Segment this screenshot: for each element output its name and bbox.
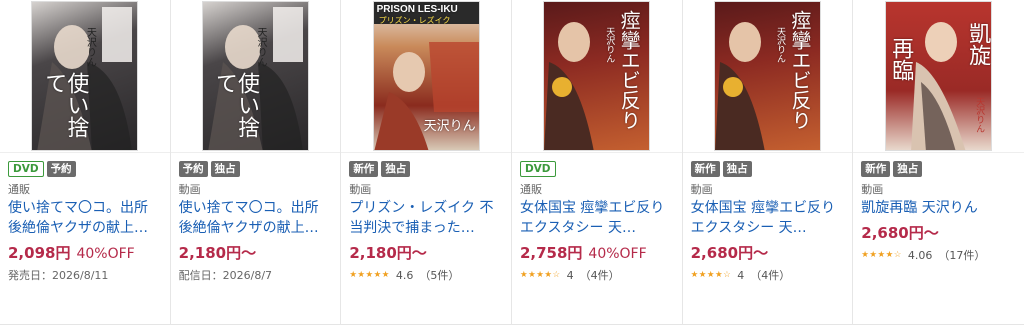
- rating-value: 4: [737, 268, 745, 282]
- badge-exclusive: 独占: [210, 161, 240, 177]
- badge-exclusive: 独占: [722, 161, 752, 177]
- cover-title-main: 痙攣エビ反り: [617, 10, 642, 130]
- badge-exclusive: 独占: [893, 161, 923, 177]
- cover-title-sub: 再臨: [888, 37, 914, 81]
- price: 2,180円〜: [349, 244, 427, 262]
- product-title-link[interactable]: 女体国宝 痙攣エビ反りエクスタシー 天…: [691, 198, 845, 238]
- rating-value: 4: [566, 268, 574, 282]
- cover-title-sub: プリズン・レズイク: [378, 16, 451, 25]
- price-row: 2,180円〜: [179, 242, 333, 264]
- badge-list: 新作 独占: [861, 161, 1016, 178]
- cover-title-name: 天沢りん: [423, 119, 476, 134]
- thumbnail-area: PRISON LES-IKU プリズン・レズイク 天沢りん: [341, 0, 511, 153]
- thumbnail-area: 痙攣エビ反り 天沢りん: [682, 0, 853, 153]
- price: 2,680円〜: [861, 224, 939, 242]
- rating-count: （17件）: [938, 249, 986, 262]
- product-card[interactable]: 凱旋 再臨 天沢りん 新作 独占 動画 凱旋再臨 天沢りん 2,680円〜 ★★…: [853, 0, 1024, 325]
- product-cover-image[interactable]: 天沢りん 使い捨て: [201, 1, 309, 151]
- product-kind: 動画: [349, 183, 372, 196]
- product-title-link[interactable]: 使い捨てマ〇コ。出所後絶倫ヤクザの献上…: [179, 198, 333, 238]
- cover-title-name: 天沢りん: [84, 27, 96, 67]
- cover-title-name: 天沢りん: [604, 27, 615, 63]
- thumbnail-area: 天沢りん 使い捨て: [170, 0, 341, 153]
- thumbnail-area: 凱旋 再臨 天沢りん: [853, 0, 1024, 153]
- badge-list: DVD: [519, 161, 674, 178]
- product-card[interactable]: PRISON LES-IKU プリズン・レズイク 天沢りん 新作 独占 動画 プ…: [341, 0, 512, 325]
- badge-preorder: 予約: [46, 161, 76, 177]
- discount-label: 40%OFF: [76, 246, 135, 262]
- thumbnail-area: 痙攣エビ反り 天沢りん: [511, 0, 682, 153]
- release-date: 配信日：2026/8/7: [178, 269, 273, 282]
- badge-new: 新作: [690, 161, 720, 177]
- rating: ★★★★★ 4.6 （5件）: [349, 267, 503, 283]
- rating-stars-icon: ★★★★★: [349, 270, 390, 280]
- rating-value: 4.06: [907, 248, 933, 262]
- product-card[interactable]: 天沢りん 使い捨て 予約 独占 動画 使い捨てマ〇コ。出所後絶倫ヤクザの献上… …: [170, 0, 342, 325]
- cover-title-logo: PRISON LES-IKU: [376, 4, 458, 15]
- price: 2,180円〜: [178, 244, 257, 262]
- cover-title-main: 痙攣エビ反り: [787, 10, 812, 130]
- rating: ★★★★☆ 4.06 （17件）: [861, 247, 1016, 263]
- product-cover-image[interactable]: 痙攣エビ反り 天沢りん: [543, 1, 651, 151]
- rating-count: （4件）: [750, 269, 791, 282]
- release-date: 発売日：2026/8/11: [8, 269, 109, 282]
- product-title-link[interactable]: 使い捨てマ〇コ。出所後絶倫ヤクザの献上…: [8, 198, 162, 238]
- product-card[interactable]: 痙攣エビ反り 天沢りん DVD 通販 女体国宝 痙攣エビ反りエクスタシー 天… …: [511, 0, 683, 325]
- discount-label: 40%OFF: [588, 246, 647, 262]
- rating-count: （4件）: [579, 269, 620, 282]
- thumbnail-area: 天沢りん 使い捨て: [0, 0, 170, 153]
- rating: ★★★★☆ 4 （4件）: [520, 267, 674, 283]
- product-cover-image[interactable]: 痙攣エビ反り 天沢りん: [713, 1, 821, 151]
- rating-stars-icon: ★★★★☆: [861, 250, 902, 260]
- cover-title-main: 使い捨て: [41, 72, 89, 138]
- rating-count: （5件）: [419, 269, 460, 282]
- price-row: 2,180円〜: [349, 242, 503, 264]
- cover-title-main: 使い捨て: [211, 72, 259, 138]
- product-kind: 通販: [519, 183, 542, 196]
- cover-title-name: 天沢りん: [254, 27, 266, 67]
- product-cover-image[interactable]: 凱旋 再臨 天沢りん: [885, 1, 993, 151]
- badge-preorder: 予約: [178, 161, 208, 177]
- badge-list: 予約 独占: [178, 161, 333, 178]
- rating: ★★★★☆ 4 （4件）: [691, 267, 845, 283]
- badge-new: 新作: [349, 161, 379, 177]
- badge-list: 新作 独占: [690, 161, 845, 178]
- rating-stars-icon: ★★★★☆: [690, 270, 732, 280]
- badge-dvd: DVD: [519, 161, 556, 177]
- product-card[interactable]: 天沢りん 使い捨て DVD 予約 通販 使い捨てマ〇コ。出所後絶倫ヤクザの献上……: [0, 0, 171, 325]
- product-kind: 通販: [8, 183, 30, 196]
- price: 2,680円〜: [690, 244, 769, 262]
- product-card[interactable]: 痙攣エビ反り 天沢りん 新作 独占 動画 女体国宝 痙攣エビ反りエクスタシー 天…: [682, 0, 854, 325]
- badge-list: DVD 予約: [8, 161, 162, 178]
- cover-title-name: 天沢りん: [774, 27, 785, 63]
- price: 2,098円: [8, 244, 71, 262]
- product-cover-image[interactable]: 天沢りん 使い捨て: [31, 1, 139, 151]
- rating-value: 4.6: [395, 268, 414, 282]
- badge-new: 新作: [861, 161, 891, 177]
- product-kind: 動画: [690, 183, 713, 196]
- price-row: 2,098円 40%OFF: [8, 242, 162, 264]
- product-grid: 天沢りん 使い捨て DVD 予約 通販 使い捨てマ〇コ。出所後絶倫ヤクザの献上……: [0, 0, 1024, 325]
- price-row: 2,680円〜: [691, 242, 845, 264]
- badge-exclusive: 独占: [381, 161, 411, 177]
- product-title-link[interactable]: 凱旋再臨 天沢りん: [861, 198, 1016, 218]
- badge-list: 新作 独占: [349, 161, 503, 178]
- rating-stars-icon: ★★★★☆: [519, 270, 561, 280]
- badge-dvd: DVD: [8, 161, 44, 177]
- price-row: 2,680円〜: [861, 222, 1016, 244]
- price: 2,758円: [519, 244, 583, 262]
- price-row: 2,758円 40%OFF: [520, 242, 674, 264]
- product-kind: 動画: [178, 183, 201, 196]
- product-cover-image[interactable]: PRISON LES-IKU プリズン・レズイク 天沢りん: [372, 1, 480, 151]
- product-title-link[interactable]: プリズン・レズイク 不当判決で捕まった…: [349, 198, 503, 238]
- cover-title-name: 天沢りん: [974, 97, 985, 133]
- cover-title-main: 凱旋: [965, 22, 991, 66]
- product-title-link[interactable]: 女体国宝 痙攣エビ反りエクスタシー 天…: [520, 198, 674, 238]
- product-kind: 動画: [861, 183, 884, 196]
